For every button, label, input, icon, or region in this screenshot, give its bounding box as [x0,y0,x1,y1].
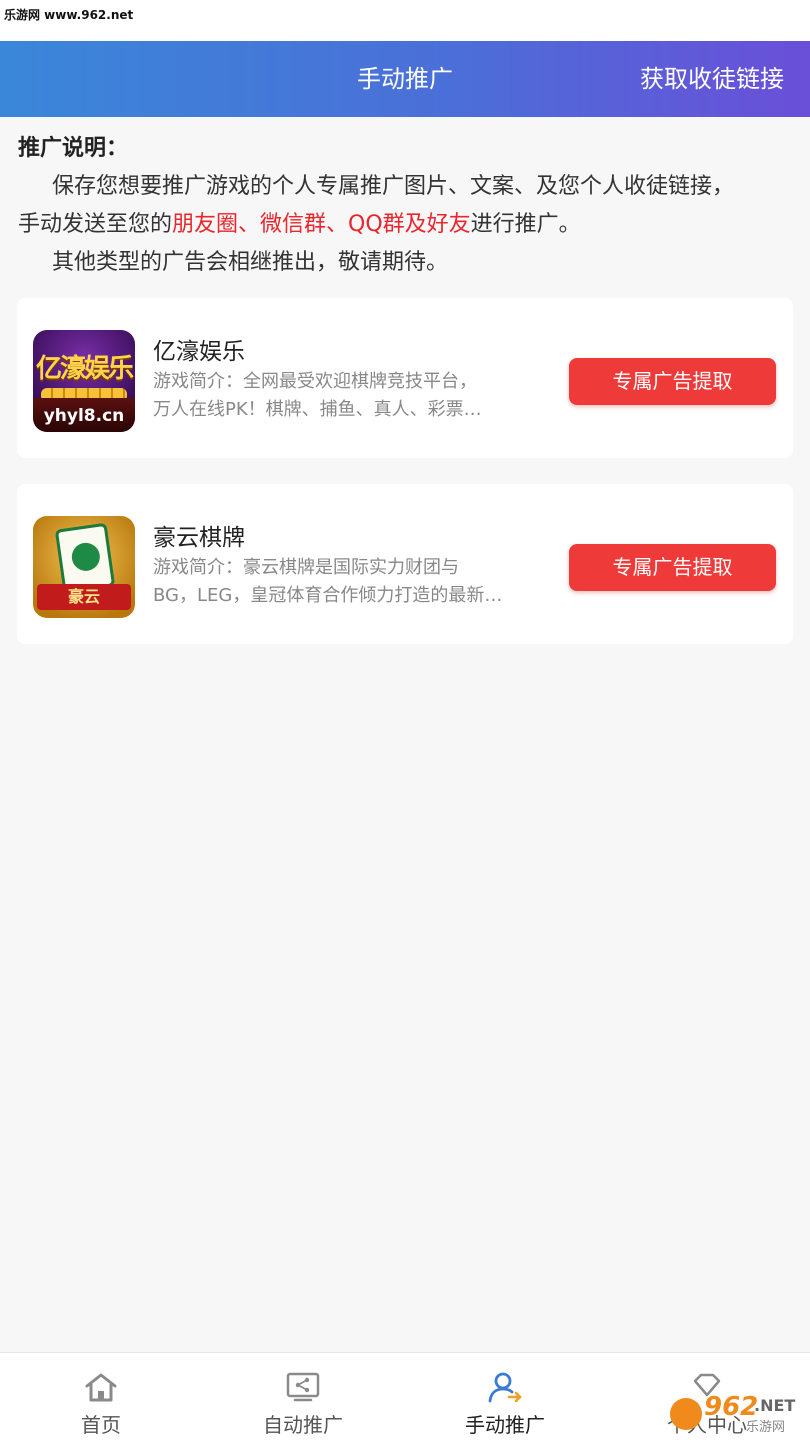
get-apprentice-link-button[interactable]: 获取收徒链接 [640,41,784,117]
game-logo-icon: 豪云 [33,516,135,618]
home-icon [85,1373,117,1402]
exclusive-ad-extract-button[interactable]: 专属广告提取 [569,544,776,591]
game-description-line-2: 万人在线PK！棋牌、捕鱼、真人、彩票… [153,399,482,420]
game-description-line-2: BG，LEG，皇冠体育合作倾力打造的最新… [153,585,503,606]
instructions-line-2: 手动发送至您的朋友圈、微信群、QQ群及好友进行推广。 [18,206,798,244]
instructions-title: 推广说明： [18,136,129,161]
game-logo-url: yhyl8.cn [43,406,125,426]
status-bar: 乐游网 www.962.net [0,0,810,41]
share-screen-icon [286,1372,320,1402]
nav-label: 自动推广 [263,1413,343,1437]
nav-item-manual-promotion[interactable]: 手动推广 [404,1353,606,1440]
game-name: 亿濠娱乐 [153,339,245,365]
site-watermark: 962 .NET 乐游网 [670,1392,806,1436]
watermark-text: 乐游网 www.962.net [4,8,134,22]
instructions-line-1: 保存您想要推广游戏的个人专属推广图片、文案、及您个人收徒链接， [52,174,735,199]
exclusive-ad-extract-button[interactable]: 专属广告提取 [569,358,776,405]
user-share-icon [488,1372,522,1403]
game-card: 豪云 豪云棋牌 游戏简介：豪云棋牌是国际实力财团与 BG，LEG，皇冠体育合作倾… [17,484,793,644]
nav-item-auto-promotion[interactable]: 自动推广 [202,1353,404,1440]
game-logo-icon: 亿濠娱乐 yhyl8.cn [33,330,135,432]
nav-label: 手动推广 [465,1413,545,1437]
watermark-sub: 乐游网 [746,1420,786,1435]
tile-mark [70,541,102,573]
watermark-logo-icon [670,1398,702,1430]
app-header: 手动推广 获取收徒链接 [0,41,810,117]
game-description-line-1: 游戏简介：豪云棋牌是国际实力财团与 [153,557,459,578]
game-card: 亿濠娱乐 yhyl8.cn 亿濠娱乐 游戏简介：全网最受欢迎棋牌竞技平台， 万人… [17,298,793,458]
game-description: 游戏简介：豪云棋牌是国际实力财团与 BG，LEG，皇冠体育合作倾力打造的最新… [153,554,543,610]
game-logo-text: 豪云 [37,584,131,610]
instructions-highlight: 朋友圈、微信群、QQ群及好友 [172,212,471,237]
game-description-line-1: 游戏简介：全网最受欢迎棋牌竞技平台， [153,371,477,392]
instructions-line-2-suffix: 进行推广。 [470,212,581,237]
nav-item-home[interactable]: 首页 [0,1353,202,1440]
game-description: 游戏简介：全网最受欢迎棋牌竞技平台， 万人在线PK！棋牌、捕鱼、真人、彩票… [153,368,543,424]
nav-label: 首页 [81,1413,121,1437]
watermark-net: .NET [754,1396,796,1415]
mahjong-tile [54,522,116,594]
instructions-line-2-prefix: 手动发送至您的 [18,212,173,237]
instructions-line-3: 其他类型的广告会相继推出，敬请期待。 [52,250,449,275]
game-name: 豪云棋牌 [153,525,245,551]
game-logo-text: 亿濠娱乐 [35,354,134,384]
promotion-instructions: 推广说明： 保存您想要推广游戏的个人专属推广图片、文案、及您个人收徒链接， 手动… [18,130,798,282]
